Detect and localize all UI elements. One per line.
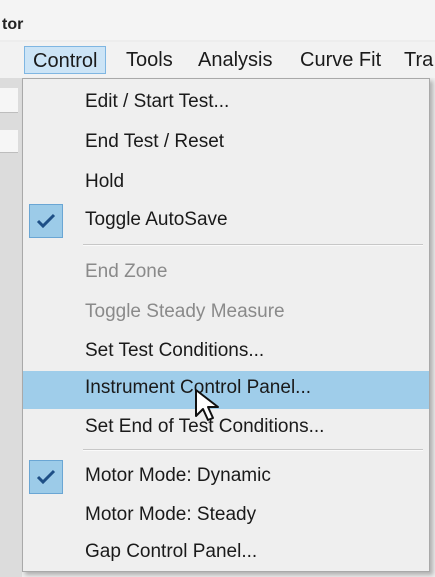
menu-item-motor-mode-dynamic[interactable]: Motor Mode: Dynamic xyxy=(23,459,429,495)
checkmark-icon xyxy=(29,460,63,494)
menu-item-label: Motor Mode: Dynamic xyxy=(85,465,271,486)
window-title: tor xyxy=(2,16,24,33)
menu-separator xyxy=(83,449,423,451)
menu-item-instrument-control-panel[interactable]: Instrument Control Panel... xyxy=(23,371,429,409)
menu-item-end-zone: End Zone xyxy=(23,255,429,291)
menu-item-label: Hold xyxy=(85,171,125,192)
menu-item-label: Gap Control Panel... xyxy=(85,541,258,562)
control-menu-dropdown: Edit / Start Test... End Test / Reset Ho… xyxy=(22,78,430,572)
menu-item-label: Set Test Conditions... xyxy=(85,340,265,361)
checkmark-icon xyxy=(29,204,63,238)
menu-item-label: End Test / Reset xyxy=(85,131,225,152)
menu-curve-fit[interactable]: Curve Fit xyxy=(292,46,389,74)
background-toolbar-sliver xyxy=(0,130,18,153)
menu-item-label: Edit / Start Test... xyxy=(85,91,230,112)
menu-item-edit-start-test[interactable]: Edit / Start Test... xyxy=(23,85,429,121)
menu-item-toggle-steady-measure: Toggle Steady Measure xyxy=(23,295,429,331)
menu-item-hold[interactable]: Hold xyxy=(23,165,429,201)
menu-item-label: Motor Mode: Steady xyxy=(85,504,257,525)
background-toolbar-sliver xyxy=(0,88,18,113)
menu-item-toggle-autosave[interactable]: Toggle AutoSave xyxy=(23,203,429,239)
mouse-pointer-icon xyxy=(195,389,219,421)
window-title-bar: tor xyxy=(0,0,435,40)
menu-control[interactable]: Control xyxy=(24,46,107,74)
background-window-edge xyxy=(0,78,22,577)
menu-item-motor-mode-steady[interactable]: Motor Mode: Steady xyxy=(23,498,429,534)
menu-item-label: Toggle Steady Measure xyxy=(85,301,285,322)
menu-item-label: Toggle AutoSave xyxy=(85,209,228,230)
menu-item-end-test-reset[interactable]: End Test / Reset xyxy=(23,125,429,161)
menu-analysis[interactable]: Analysis xyxy=(190,46,280,74)
menu-separator xyxy=(83,244,423,246)
menu-item-gap-control-panel[interactable]: Gap Control Panel... xyxy=(23,535,429,571)
menu-item-set-end-of-test-conditions[interactable]: Set End of Test Conditions... xyxy=(23,410,429,446)
menu-item-set-test-conditions[interactable]: Set Test Conditions... xyxy=(23,334,429,370)
menu-item-label: End Zone xyxy=(85,261,168,282)
menu-tra[interactable]: Tra xyxy=(396,46,435,74)
menu-tools[interactable]: Tools xyxy=(118,46,181,74)
menu-bar: Control Tools Analysis Curve Fit Tra xyxy=(0,42,435,78)
